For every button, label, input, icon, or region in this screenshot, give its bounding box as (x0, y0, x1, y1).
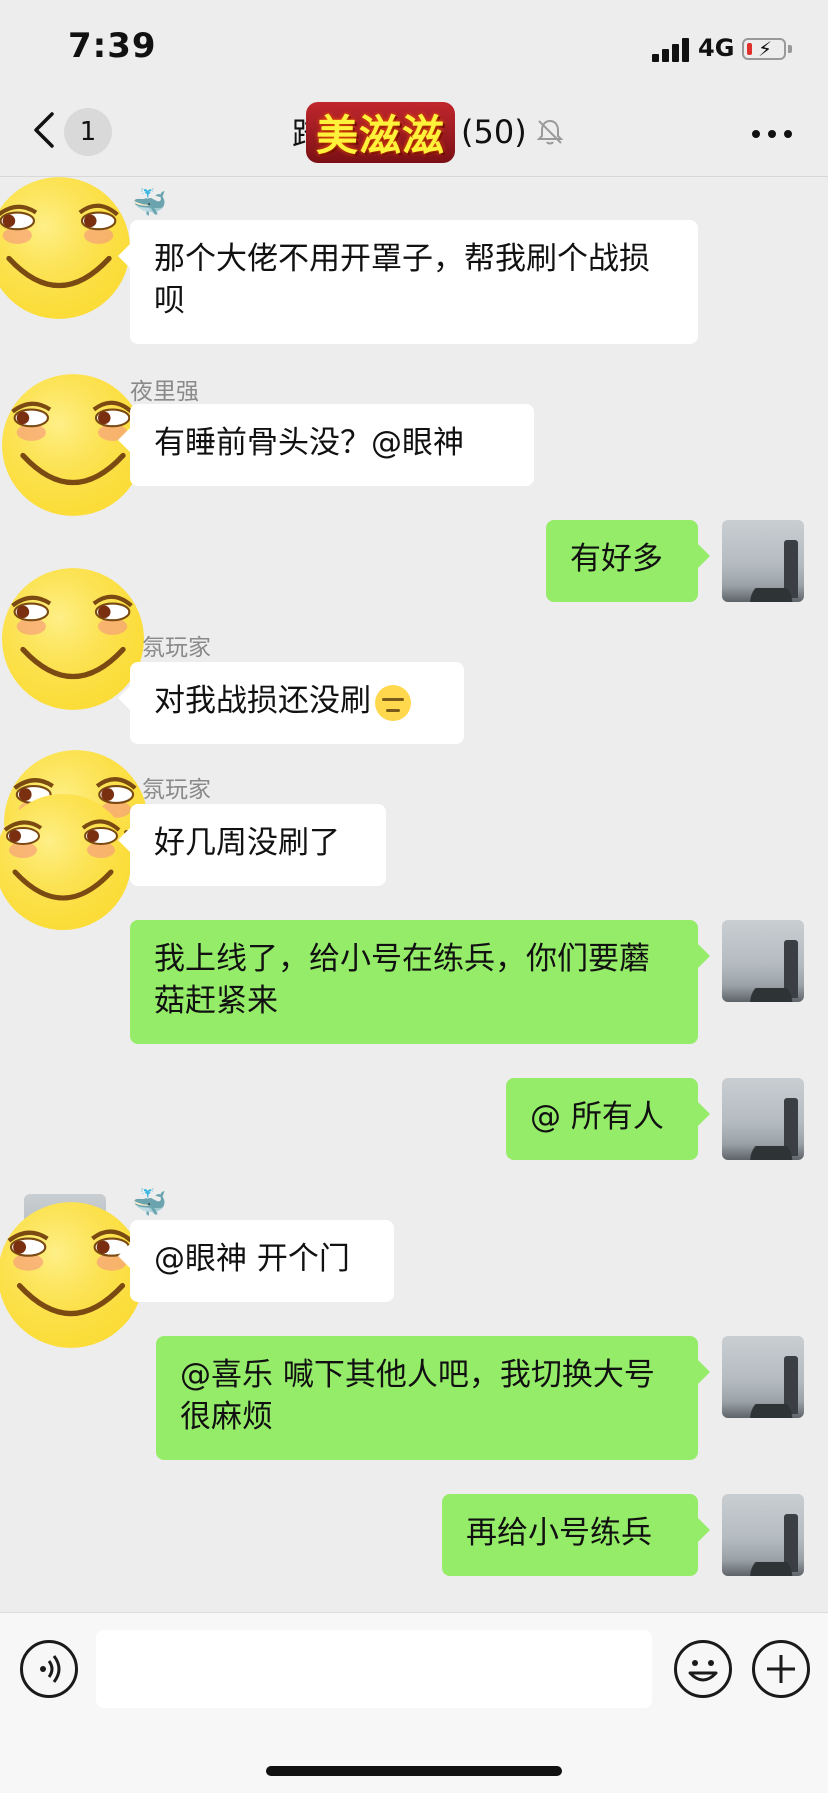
plus-icon[interactable] (752, 1640, 810, 1698)
message-bubble[interactable]: 好几周没刷了 (118, 804, 386, 886)
message-bubble[interactable]: @ 所有人 (506, 1078, 710, 1160)
title-sticker: 美滋滋 (306, 101, 456, 163)
signal-icon (652, 38, 692, 62)
bell-off-icon (536, 119, 564, 145)
message-bubble[interactable]: 我上线了，给小号在练兵，你们要蘑菇赶紧来 (130, 920, 710, 1044)
message-bubble[interactable]: @喜乐 喊下其他人吧，我切换大号很麻烦 (156, 1336, 710, 1460)
avatar-sticker[interactable] (0, 172, 132, 324)
status-time: 7:39 (68, 26, 157, 66)
avatar[interactable] (722, 520, 804, 602)
rolling-eyes-emoji-icon (375, 684, 411, 721)
battery-tip (788, 45, 792, 53)
sender-name: 氛玩家 (142, 777, 211, 803)
unread-badge[interactable]: 1 (64, 108, 112, 156)
message-bubble[interactable]: 有好多 (546, 520, 710, 602)
voice-icon[interactable] (20, 1640, 78, 1698)
network-type: 4G (698, 34, 735, 62)
home-indicator[interactable] (266, 1766, 562, 1776)
message-bubble[interactable]: 再给小号练兵 (442, 1494, 710, 1576)
chat-title[interactable]: 踏 美滋滋 (50) (292, 101, 565, 163)
battery-icon: ⚡ (742, 38, 786, 60)
more-dots-icon[interactable] (752, 130, 792, 140)
avatar[interactable] (722, 1494, 804, 1576)
message-bubble[interactable]: 有睡前骨头没？@眼神 (118, 404, 534, 486)
whale-icon: 🐳 (132, 186, 167, 219)
sender-name: 氛玩家 (142, 635, 211, 661)
avatar-sticker[interactable] (0, 1200, 146, 1350)
avatar[interactable] (722, 1336, 804, 1418)
whale-icon: 🐳 (132, 1186, 167, 1219)
message-bubble[interactable]: @眼神 开个门 (118, 1220, 394, 1302)
message-bubble[interactable]: 对我战损还没刷 (118, 662, 464, 744)
avatar[interactable] (722, 920, 804, 1002)
emoji-icon[interactable] (674, 1640, 732, 1698)
message-text: 对我战损还没刷 (154, 683, 371, 719)
chevron-left-icon[interactable] (30, 108, 60, 152)
message-input[interactable] (96, 1630, 652, 1708)
message-bubble[interactable]: 那个大佬不用开罩子，帮我刷个战损呗 (118, 220, 698, 344)
status-bar: 7:39 4G ⚡ (0, 0, 828, 96)
member-count: (50) (461, 113, 527, 151)
title-prefix: 踏 (292, 109, 306, 155)
avatar[interactable] (722, 1078, 804, 1160)
avatar-sticker (0, 792, 136, 932)
